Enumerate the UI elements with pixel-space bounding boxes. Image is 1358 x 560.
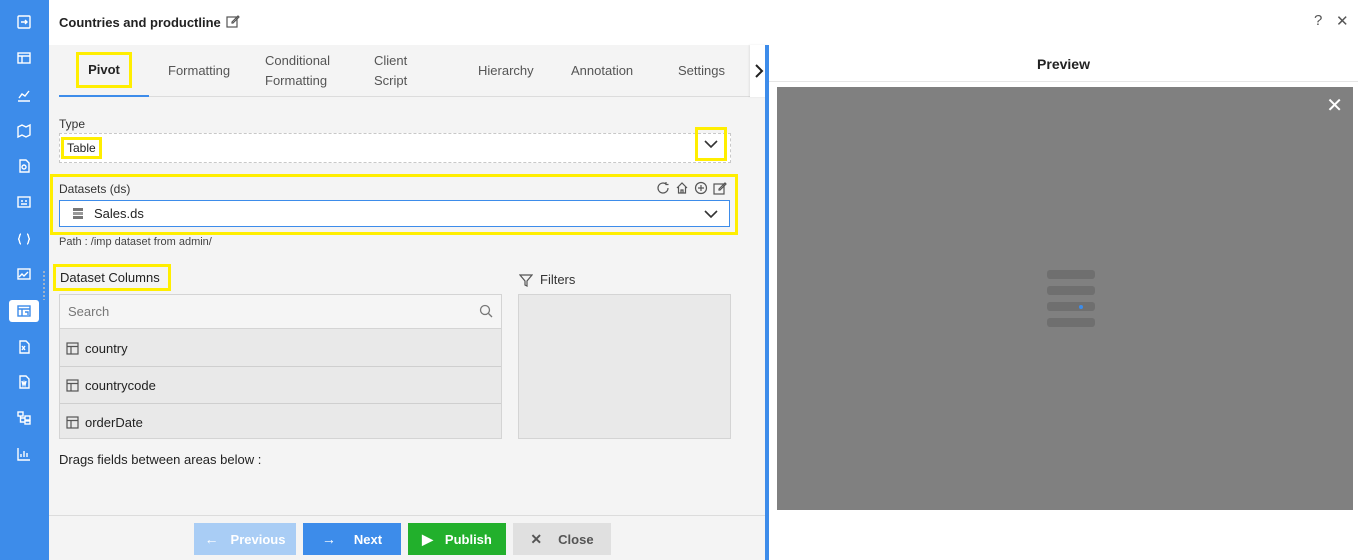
dataset-value: Sales.ds <box>94 206 144 221</box>
add-icon[interactable] <box>694 181 708 195</box>
tab-bar: Pivot Formatting Conditional Formatting … <box>59 45 768 97</box>
publish-label: Publish <box>444 531 492 547</box>
search-icon[interactable] <box>479 304 493 318</box>
preview-divider <box>769 81 1358 82</box>
editor-panel: Pivot Formatting Conditional Formatting … <box>49 45 768 560</box>
filters-drop-area[interactable] <box>518 294 731 439</box>
previous-label: Previous <box>230 531 286 547</box>
resize-grip-left[interactable] <box>42 270 46 300</box>
next-button[interactable]: → Next <box>303 523 401 555</box>
edit-icon[interactable] <box>713 181 727 195</box>
dataset-actions <box>656 181 727 195</box>
footer: ← Previous → Next ▶ Publish ✕ Close <box>49 515 765 560</box>
filters-header: Filters <box>519 272 575 287</box>
excel-icon[interactable] <box>9 336 39 358</box>
drag-hint: Drags fields between areas below : <box>59 452 262 467</box>
filters-label: Filters <box>540 272 576 287</box>
word-icon[interactable] <box>9 371 39 393</box>
play-icon: ▶ <box>422 530 433 547</box>
map-icon[interactable] <box>9 120 39 142</box>
column-item-country[interactable]: country <box>60 330 501 367</box>
dataset-icon <box>73 207 83 219</box>
refresh-icon[interactable] <box>656 181 670 195</box>
edit-title-icon[interactable] <box>226 14 240 28</box>
column-name: countrycode <box>85 377 156 393</box>
home-icon[interactable] <box>675 181 689 195</box>
header: Countries and productline ? ✕ <box>49 0 1358 45</box>
preview-panel: Preview ✕ <box>769 45 1358 560</box>
page-title: Countries and productline <box>59 15 221 30</box>
help-icon[interactable]: ? <box>1314 12 1322 29</box>
dataset-columns-label: Dataset Columns <box>53 264 171 291</box>
next-label: Next <box>353 531 383 547</box>
type-value: Table <box>61 137 102 159</box>
search-input[interactable]: Search <box>68 304 109 319</box>
document-icon[interactable] <box>9 155 39 177</box>
column-item-countrycode[interactable]: countrycode <box>60 367 501 404</box>
publish-button[interactable]: ▶ Publish <box>408 523 506 555</box>
column-table-icon <box>66 341 79 355</box>
tab-client-script[interactable]: Client Script <box>374 45 424 97</box>
chart-icon[interactable] <box>9 84 39 106</box>
dataset-chevron-down-icon[interactable] <box>704 210 718 219</box>
chevron-down-icon[interactable] <box>695 127 727 161</box>
arrow-right-icon: → <box>321 531 336 547</box>
close-label: Close <box>558 531 594 547</box>
preview-close-icon[interactable]: ✕ <box>1326 93 1343 118</box>
tab-settings[interactable]: Settings <box>678 45 725 97</box>
column-name: country <box>85 340 128 356</box>
previous-button[interactable]: ← Previous <box>194 523 296 555</box>
tab-conditional-formatting[interactable]: Conditional Formatting <box>265 45 345 97</box>
close-icon[interactable]: ✕ <box>1336 12 1349 30</box>
export-icon[interactable] <box>9 11 39 33</box>
dataset-columns-list: Search country countrycode orderDate <box>59 294 502 439</box>
bar-chart-icon[interactable] <box>9 443 39 465</box>
dataset-select[interactable]: Sales.ds <box>59 200 730 227</box>
datasets-label: Datasets (ds) <box>59 182 131 196</box>
preview-title: Preview <box>1037 56 1090 72</box>
tab-pivot[interactable]: Pivot <box>59 45 149 97</box>
filter-icon <box>519 273 533 287</box>
column-item-orderdate[interactable]: orderDate <box>60 404 501 441</box>
dataset-path: Path : /imp dataset from admin/ <box>59 236 212 248</box>
column-table-icon <box>66 378 79 392</box>
type-label: Type <box>59 117 86 131</box>
column-table-icon <box>66 416 79 429</box>
close-button[interactable]: ✕ Close <box>513 523 611 555</box>
arrow-left-icon: ← <box>204 531 219 547</box>
pivot-icon[interactable] <box>9 300 39 322</box>
tab-annotation[interactable]: Annotation <box>571 45 633 97</box>
column-name: orderDate <box>85 415 143 430</box>
tab-pivot-label: Pivot <box>76 52 132 88</box>
code-icon[interactable] <box>9 228 39 250</box>
x-icon: ✕ <box>530 530 543 547</box>
image-chart-icon[interactable] <box>9 263 39 285</box>
column-search[interactable]: Search <box>60 295 501 329</box>
hierarchy-icon[interactable] <box>9 407 39 429</box>
card-icon[interactable] <box>9 191 39 213</box>
tab-hierarchy[interactable]: Hierarchy <box>478 45 534 97</box>
tab-formatting[interactable]: Formatting <box>168 45 230 97</box>
type-select[interactable]: Table <box>59 127 731 163</box>
preview-area: ✕ <box>777 87 1353 510</box>
table-icon[interactable] <box>9 47 39 69</box>
